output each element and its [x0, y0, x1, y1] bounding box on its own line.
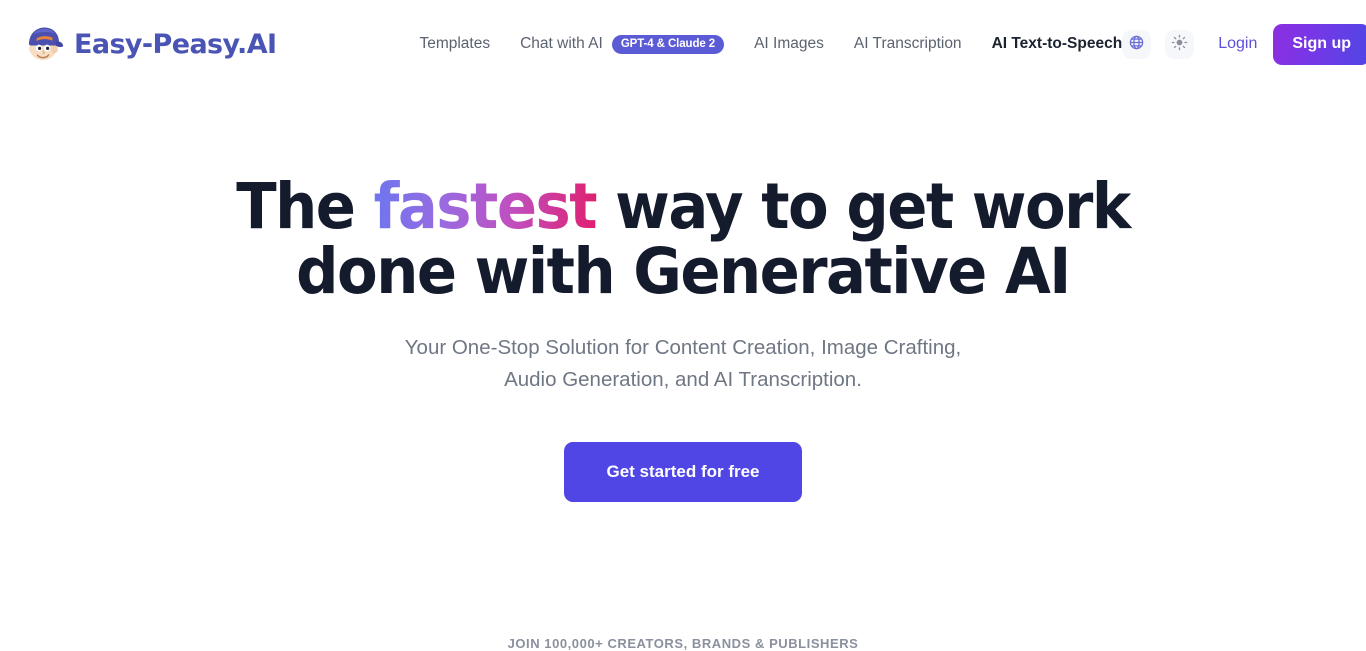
nav-item-templates[interactable]: Templates [419, 35, 490, 53]
hero-subtitle-line-2: Audio Generation, and AI Transcription. [504, 368, 862, 391]
nav-item-ai-transcription[interactable]: AI Transcription [854, 35, 962, 53]
globe-icon [1128, 34, 1145, 54]
logo[interactable]: Easy-Peasy.AI [22, 22, 277, 66]
hero-subtitle-line-1: Your One-Stop Solution for Content Creat… [404, 336, 962, 359]
nav-label-ai-text-to-speech: AI Text-to-Speech [991, 35, 1123, 52]
nav-badge-models: GPT-4 & Claude 2 [611, 34, 725, 54]
logo-wordmark: Easy-Peasy.AI [74, 28, 277, 60]
login-link[interactable]: Login [1218, 35, 1257, 53]
site-header: Easy-Peasy.AI Templates Chat with AI GPT… [0, 0, 1366, 88]
social-proof-text: JOIN 100,000+ CREATORS, BRANDS & PUBLISH… [507, 636, 859, 651]
theme-toggle-button[interactable] [1165, 29, 1195, 59]
nav-item-ai-text-to-speech[interactable]: AI Text-to-Speech [992, 35, 1123, 53]
sun-icon [1171, 34, 1188, 54]
hero-subtitle: Your One-Stop Solution for Content Creat… [0, 332, 1366, 396]
nav-label-ai-images: AI Images [754, 35, 824, 52]
get-started-button[interactable]: Get started for free [564, 442, 802, 502]
mascot-face-icon [22, 22, 66, 66]
language-button[interactable] [1122, 29, 1152, 59]
header-actions: Login Sign up [1122, 23, 1366, 65]
main-navigation: Templates Chat with AI GPT-4 & Claude 2 … [419, 34, 1123, 54]
nav-label-ai-transcription: AI Transcription [853, 35, 962, 52]
nav-item-ai-images[interactable]: AI Images [754, 35, 824, 53]
nav-label-templates: Templates [419, 35, 491, 52]
nav-label-chat-with-ai: Chat with AI [520, 35, 603, 52]
cta-container: Get started for free [0, 442, 1366, 502]
hero-section: The fastest way to get work done with Ge… [0, 88, 1366, 502]
headline-highlight-word: fastest [373, 170, 598, 243]
headline-text-before: The [236, 170, 374, 243]
signup-button[interactable]: Sign up [1273, 23, 1366, 65]
nav-item-chat-with-ai[interactable]: Chat with AI GPT-4 & Claude 2 [520, 34, 725, 54]
page-title: The fastest way to get work done with Ge… [208, 174, 1157, 304]
